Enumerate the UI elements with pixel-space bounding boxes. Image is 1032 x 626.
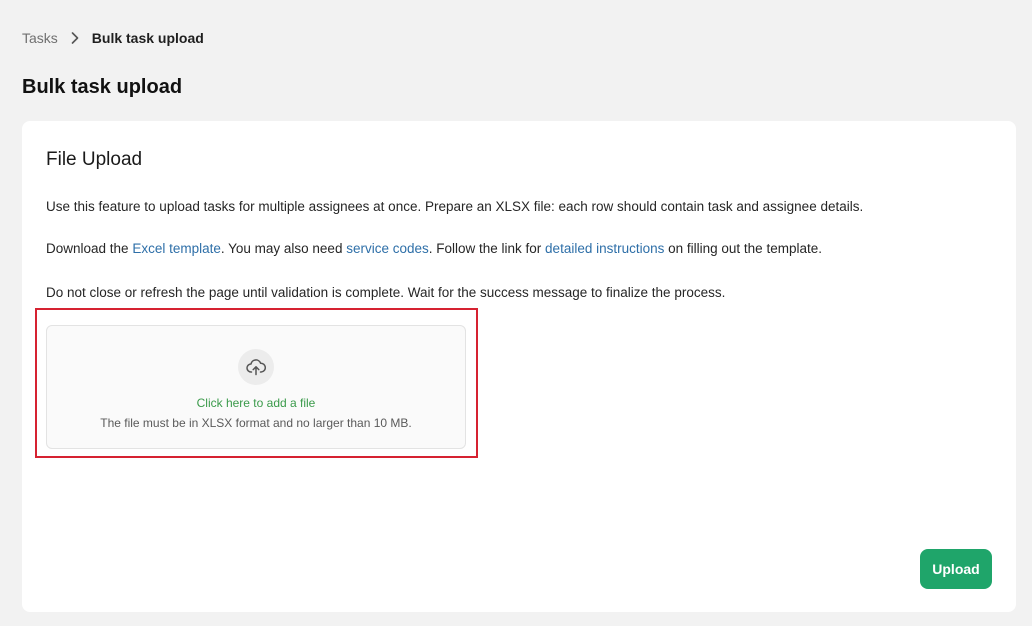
service-codes-link[interactable]: service codes bbox=[346, 241, 429, 256]
breadcrumb-tasks-link[interactable]: Tasks bbox=[22, 29, 58, 47]
add-file-link[interactable]: Click here to add a file bbox=[47, 395, 465, 411]
download-middle-2: . Follow the link for bbox=[428, 241, 546, 256]
file-upload-card: File Upload Use this feature to upload t… bbox=[22, 121, 1016, 612]
file-dropzone[interactable]: Click here to add a file The file must b… bbox=[46, 325, 466, 449]
breadcrumb-current: Bulk task upload bbox=[91, 30, 204, 46]
warning-text: Do not close or refresh the page until v… bbox=[46, 285, 726, 300]
card-title: File Upload bbox=[46, 149, 143, 170]
page-title: Bulk task upload bbox=[22, 76, 183, 98]
download-prefix: Download the bbox=[46, 241, 133, 256]
download-middle-1: . You may also need bbox=[220, 241, 347, 256]
intro-text: Use this feature to upload tasks for mul… bbox=[46, 199, 864, 214]
upload-button[interactable]: Upload bbox=[920, 549, 992, 589]
file-requirements-hint: The file must be in XLSX format and no l… bbox=[100, 416, 412, 430]
detailed-instructions-link[interactable]: detailed instructions bbox=[545, 241, 664, 256]
download-text: Download the Excel template. You may als… bbox=[46, 240, 822, 258]
breadcrumb: Tasks Bulk task upload bbox=[22, 29, 204, 47]
chevron-right-icon bbox=[58, 32, 92, 44]
cloud-upload-icon bbox=[238, 349, 274, 385]
download-suffix: on filling out the template. bbox=[664, 241, 822, 256]
excel-template-link[interactable]: Excel template bbox=[132, 241, 221, 256]
